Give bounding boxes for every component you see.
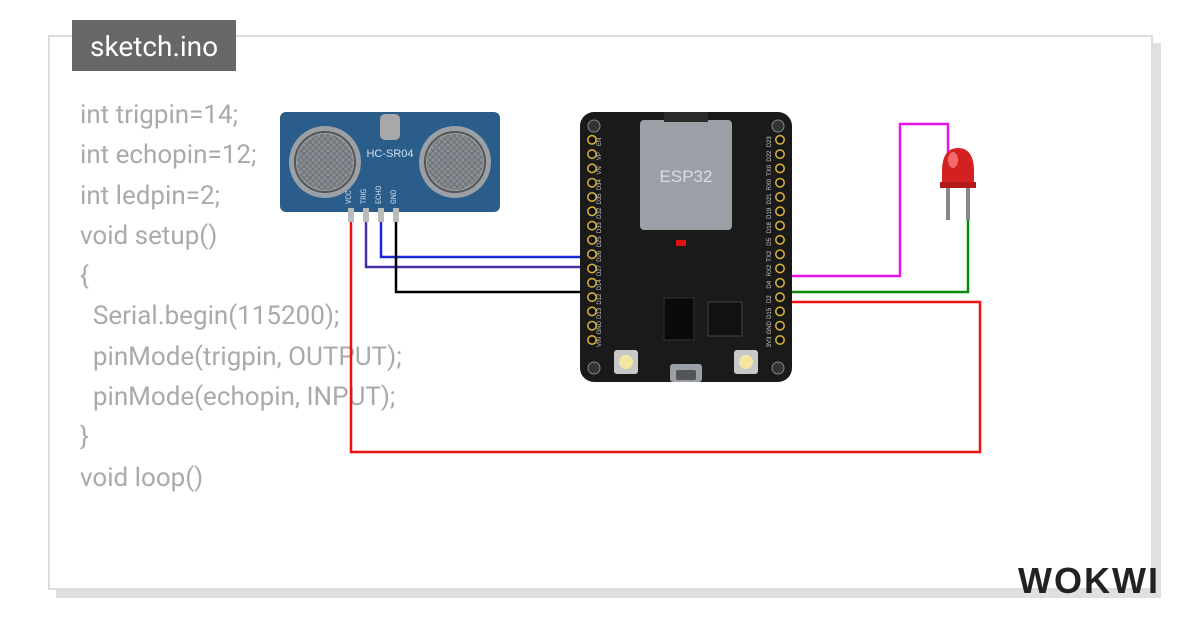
board-label: ESP32 <box>660 167 713 186</box>
svg-text:D12: D12 <box>597 293 603 305</box>
svg-text:D26: D26 <box>597 250 603 262</box>
svg-text:D35: D35 <box>597 193 603 205</box>
svg-text:D5: D5 <box>767 237 773 245</box>
svg-text:D19: D19 <box>767 207 773 219</box>
hcsr04-sensor[interactable]: HC-SR04 VCC TRIG ECHO GND <box>280 112 500 222</box>
svg-text:RX0: RX0 <box>767 178 773 190</box>
svg-text:GND: GND <box>767 320 773 334</box>
svg-text:GND: GND <box>390 189 398 204</box>
svg-text:D27: D27 <box>597 264 603 276</box>
svg-text:D32: D32 <box>597 207 603 219</box>
svg-text:D4: D4 <box>767 280 773 288</box>
svg-text:VN: VN <box>597 166 603 174</box>
svg-text:3V3: 3V3 <box>767 336 773 347</box>
esp32-board[interactable]: ESP32 VINGNDD13D12D14D27D26D25D33D32D35D… <box>580 112 792 382</box>
svg-text:RX2: RX2 <box>767 264 773 276</box>
svg-text:D2: D2 <box>767 295 773 303</box>
svg-text:EN: EN <box>597 138 603 146</box>
esp32-button-right[interactable] <box>734 350 758 374</box>
svg-text:VP: VP <box>597 152 603 160</box>
svg-text:D22: D22 <box>767 150 773 162</box>
circuit-diagram: HC-SR04 VCC TRIG ECHO GND ESP32 <box>280 112 1090 502</box>
svg-text:D34: D34 <box>597 179 603 191</box>
svg-text:VIN: VIN <box>597 337 603 347</box>
svg-text:GND: GND <box>597 320 603 334</box>
svg-text:TX0: TX0 <box>767 164 773 176</box>
svg-text:TX2: TX2 <box>767 250 773 262</box>
svg-text:ECHO: ECHO <box>375 185 383 204</box>
svg-text:TRIG: TRIG <box>360 189 368 204</box>
svg-text:D14: D14 <box>597 279 603 291</box>
svg-text:VCC: VCC <box>345 190 353 204</box>
svg-text:D15: D15 <box>767 307 773 319</box>
svg-text:D18: D18 <box>767 221 773 233</box>
led-red[interactable] <box>940 148 976 220</box>
svg-text:D25: D25 <box>597 236 603 248</box>
svg-text:D33: D33 <box>597 221 603 233</box>
file-tab[interactable]: sketch.ino <box>72 20 236 71</box>
esp32-button-left[interactable] <box>614 350 638 374</box>
svg-text:D23: D23 <box>767 136 773 148</box>
svg-text:D13: D13 <box>597 307 603 319</box>
wokwi-logo: WOKWI <box>1018 560 1160 602</box>
sensor-label: HC-SR04 <box>366 148 413 160</box>
svg-text:D21: D21 <box>767 193 773 205</box>
